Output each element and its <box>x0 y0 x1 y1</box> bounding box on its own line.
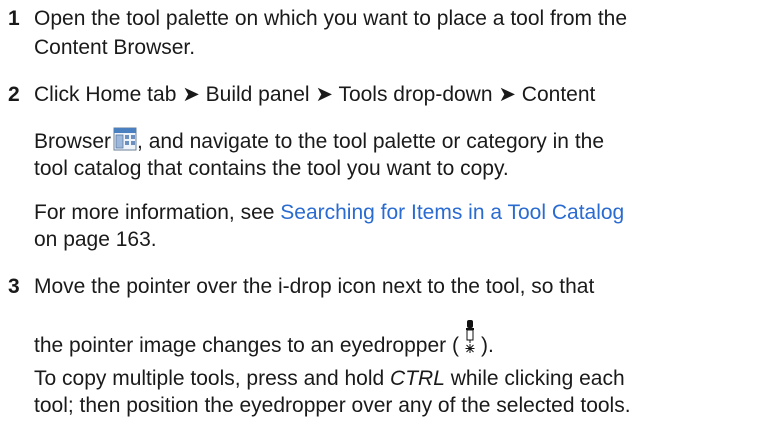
step-text: , and navigate to the tool palette or ca… <box>137 130 605 153</box>
step-number: 1 <box>8 7 20 30</box>
step-number: 2 <box>8 83 20 106</box>
content-browser-icon <box>113 127 137 151</box>
step-text: Click Home tab ➤ Build panel ➤ Tools dro… <box>34 83 596 106</box>
step-2-line-2: Browser , and navigate to the tool palet… <box>34 127 604 155</box>
step-text: Browser <box>34 130 112 153</box>
step-2-page-ref: on page 163. <box>34 228 157 251</box>
ctrl-key: CTRL <box>390 367 445 390</box>
step-text: Move the pointer over the i-drop icon ne… <box>34 275 595 298</box>
step-3-multi-copy: To copy multiple tools, press and hold C… <box>34 365 625 392</box>
multi-copy-text: To copy multiple tools, press and hold <box>34 367 391 390</box>
multi-copy-text: while clicking each <box>444 367 625 390</box>
step-3-multi-copy-line-2: tool; then position the eyedropper over … <box>34 394 631 417</box>
step-number: 3 <box>8 275 20 298</box>
step-text: Open the tool palette on which you want … <box>34 7 628 30</box>
step-1: 1 Open the tool palette on which you want… <box>8 5 627 32</box>
step-1-continuation: Content Browser. <box>34 36 196 59</box>
step-2-more-info: For more information, see Searching for … <box>34 199 624 226</box>
step-2: 2 Click Home tab ➤ Build panel ➤ Tools dr… <box>8 81 595 108</box>
step-text: the pointer image changes to an eyedropp… <box>34 334 459 357</box>
searching-tool-catalog-link[interactable]: Searching for Items in a Tool Catalog <box>280 201 624 224</box>
step-3: 3 Move the pointer over the i-drop icon n… <box>8 273 594 300</box>
step-2-line-3: tool catalog that contains the tool you … <box>34 157 509 180</box>
more-info-text: For more information, see <box>34 201 281 224</box>
step-3-line-2: the pointer image changes to an eyedropp… <box>34 320 494 359</box>
eyedropper-icon <box>465 320 475 353</box>
step-text: ). <box>480 334 494 357</box>
